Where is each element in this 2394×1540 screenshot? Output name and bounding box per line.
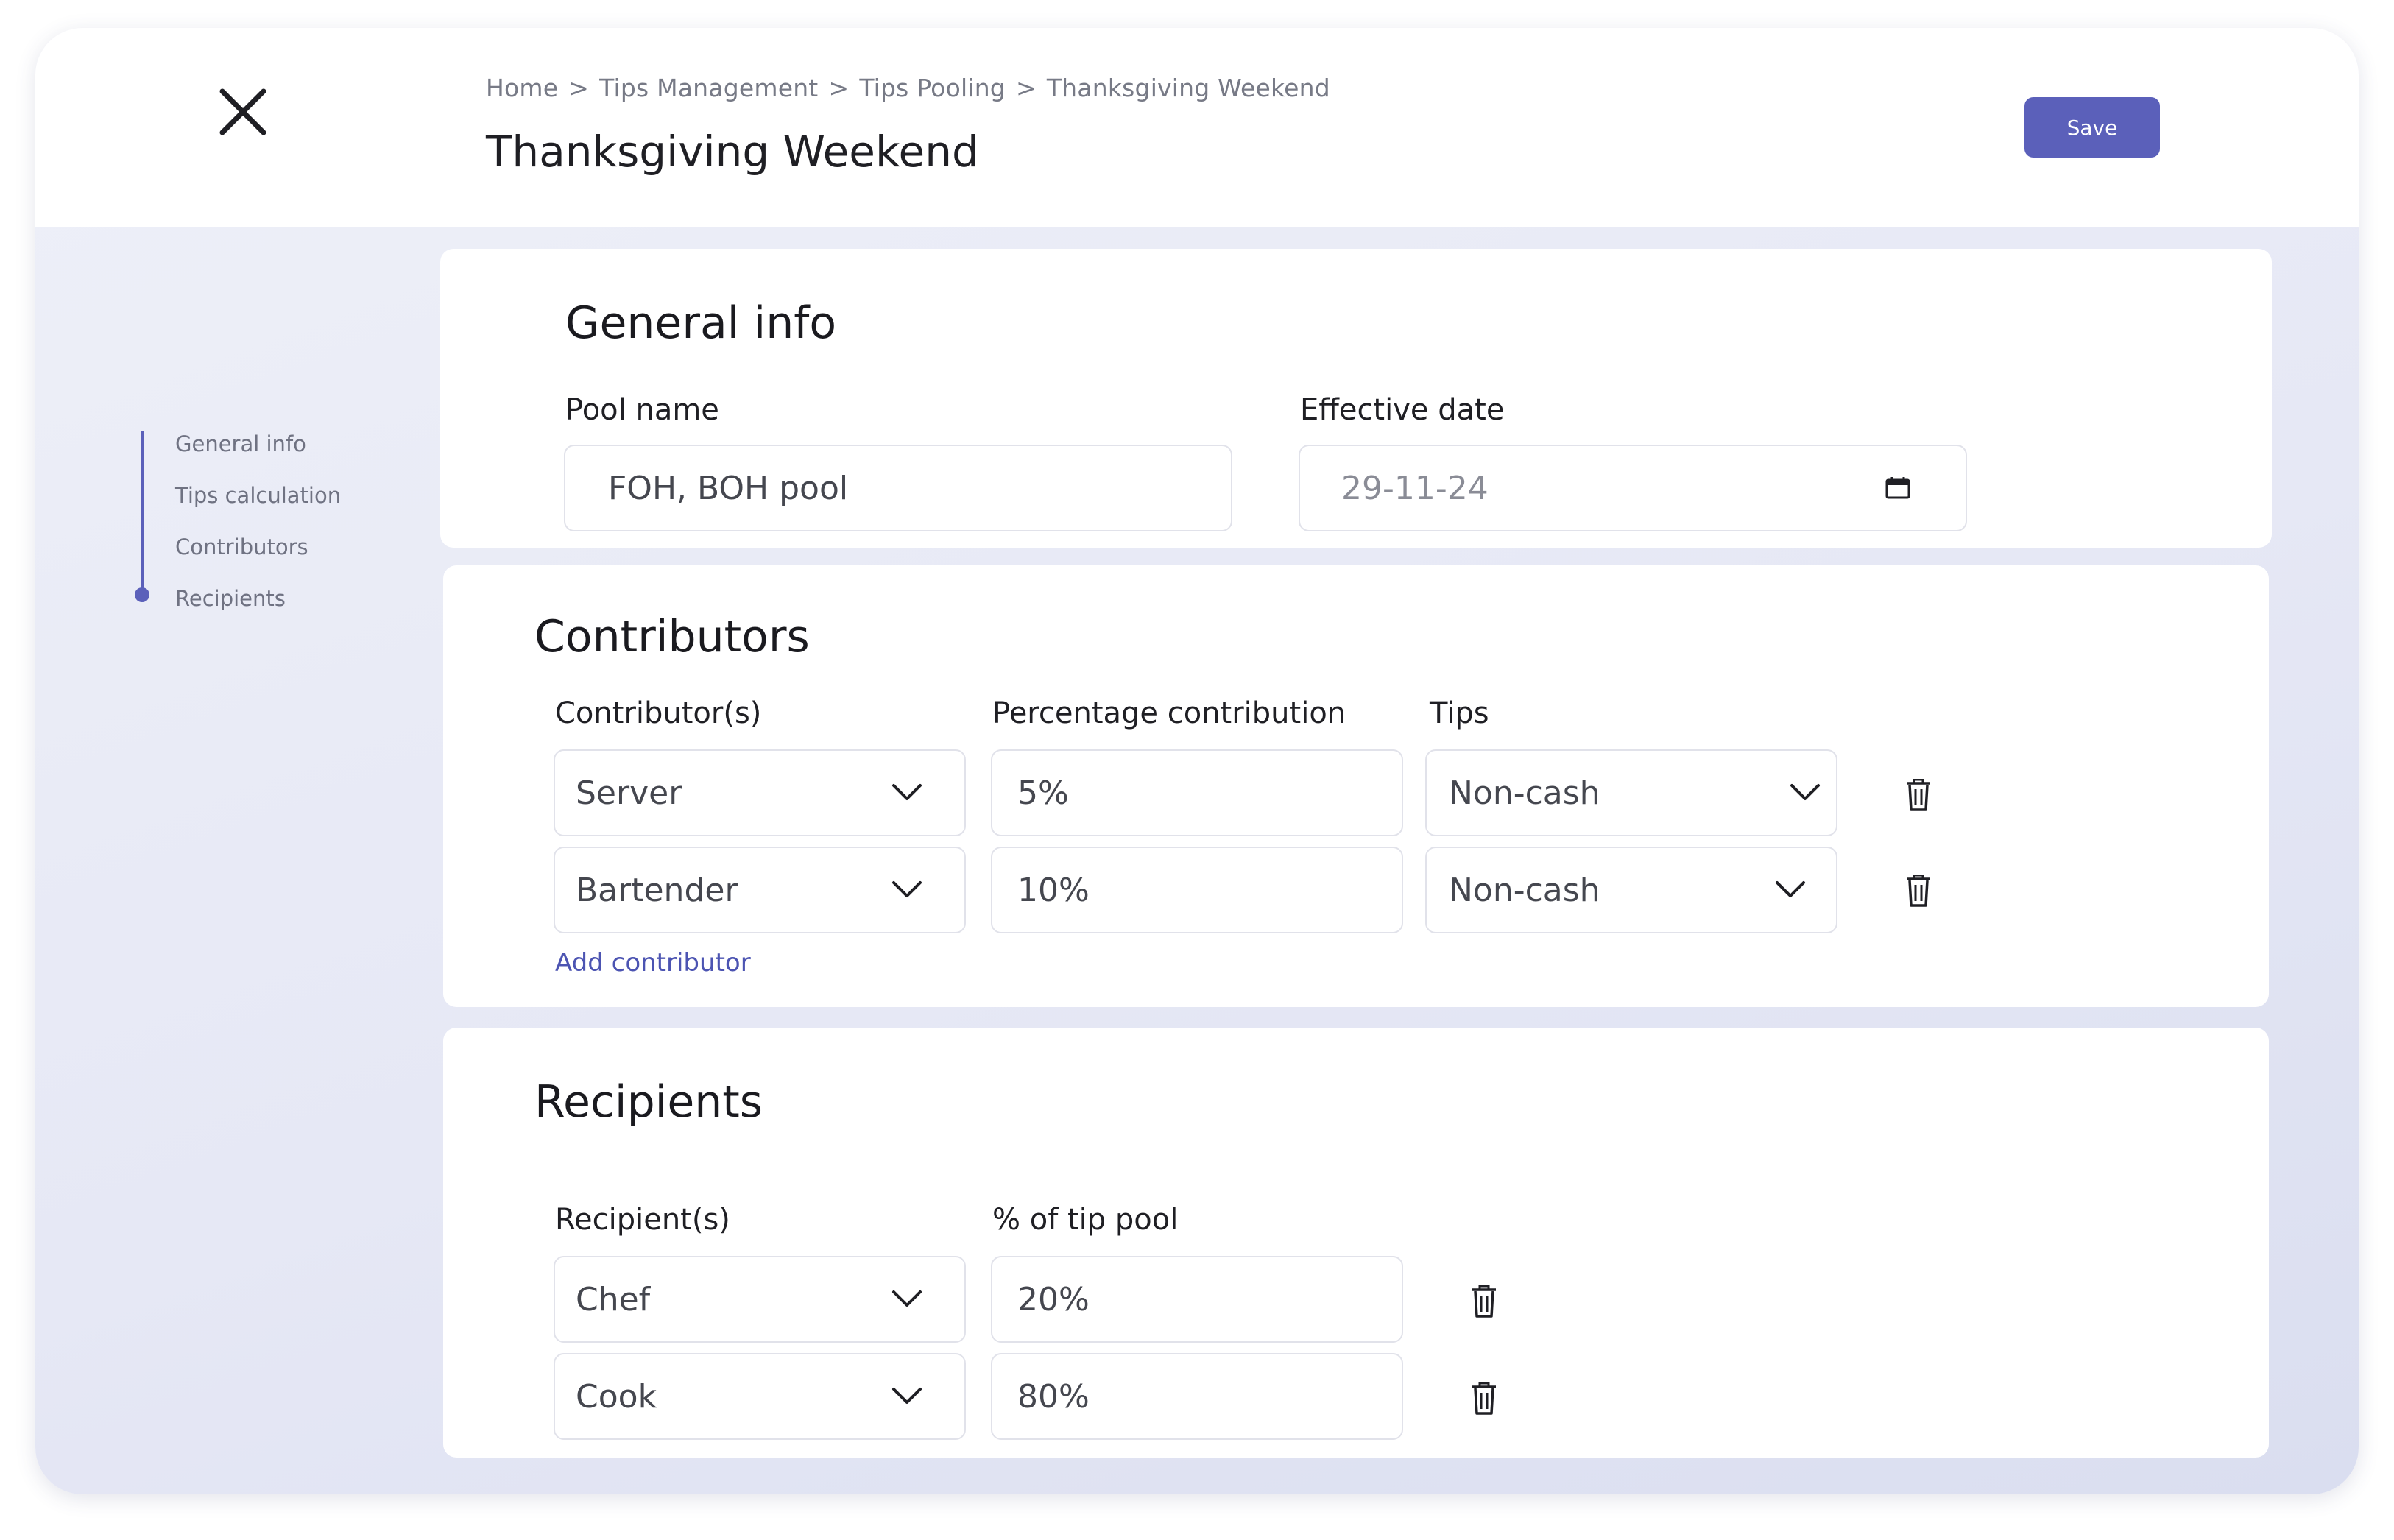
breadcrumb: Home > Tips Management > Tips Pooling > Thanks…: [486, 74, 1330, 102]
tips-type-value: Non-cash: [1449, 774, 1600, 812]
breadcrumb-tips-management[interactable]: Tips Management: [599, 74, 818, 102]
stepper-item-recipients[interactable]: Recipients: [175, 586, 286, 611]
stepper-item-general-info[interactable]: General info: [175, 431, 306, 456]
chevron-down-icon: [892, 881, 922, 897]
breadcrumb-separator: >: [568, 74, 590, 102]
contributor-select[interactable]: Server: [554, 749, 966, 836]
percentage-value: 10%: [1017, 871, 1090, 909]
breadcrumb-separator: >: [828, 74, 850, 102]
stepper-item-tips-calculation[interactable]: Tips calculation: [175, 483, 341, 508]
stepper-item-contributors[interactable]: Contributors: [175, 534, 308, 559]
tips-type-select[interactable]: Non-cash: [1425, 847, 1837, 933]
top-bar: Home > Tips Management > Tips Pooling > Thanks…: [35, 28, 2359, 227]
general-info-heading: General info: [565, 297, 837, 349]
contributors-card: Contributors Contributor(s) Percentage c…: [443, 565, 2269, 1007]
percentage-column-header: Percentage contribution: [992, 696, 1346, 730]
contributors-heading: Contributors: [534, 611, 810, 663]
stepper-line: [141, 431, 144, 593]
breadcrumb-tips-pooling[interactable]: Tips Pooling: [859, 74, 1006, 102]
contributor-select-value: Server: [576, 774, 682, 812]
recipient-select-value: Chef: [576, 1280, 651, 1318]
breadcrumb-home[interactable]: Home: [486, 74, 558, 102]
chevron-down-icon: [892, 1290, 922, 1307]
general-info-card: General info Pool name FOH, BOH pool Eff…: [440, 249, 2272, 548]
percentage-input[interactable]: 10%: [991, 847, 1403, 933]
app-window: Home > Tips Management > Tips Pooling > Thanks…: [35, 28, 2359, 1494]
chevron-down-icon: [1776, 881, 1805, 897]
effective-date-value: 29-11-24: [1341, 469, 1489, 507]
chevron-down-icon: [892, 1388, 922, 1404]
recipient-select[interactable]: Cook: [554, 1353, 966, 1440]
save-button[interactable]: Save: [2024, 97, 2160, 158]
delete-icon[interactable]: [1905, 875, 1932, 907]
tips-type-value: Non-cash: [1449, 871, 1600, 909]
recipients-heading: Recipients: [534, 1076, 763, 1128]
tips-type-select[interactable]: Non-cash: [1425, 749, 1837, 836]
close-icon: [219, 88, 266, 135]
share-column-header: % of tip pool: [992, 1203, 1179, 1237]
delete-icon[interactable]: [1471, 1285, 1497, 1318]
breadcrumb-separator: >: [1015, 74, 1037, 102]
recipient-select-value: Cook: [576, 1377, 657, 1416]
pool-name-input[interactable]: FOH, BOH pool: [564, 445, 1232, 531]
share-input[interactable]: 20%: [991, 1256, 1403, 1343]
share-value: 20%: [1017, 1280, 1090, 1318]
effective-date-label: Effective date: [1300, 393, 1505, 427]
recipient-column-header: Recipient(s): [555, 1203, 730, 1237]
percentage-input[interactable]: 5%: [991, 749, 1403, 836]
recipients-card: Recipients Recipient(s) % of tip pool Ch…: [443, 1028, 2269, 1458]
pool-name-value: FOH, BOH pool: [608, 469, 849, 507]
percentage-value: 5%: [1017, 774, 1069, 812]
contributor-select-value: Bartender: [576, 871, 738, 909]
tips-column-header: Tips: [1430, 696, 1489, 730]
contributor-column-header: Contributor(s): [555, 696, 762, 730]
breadcrumb-current: Thanksgiving Weekend: [1046, 74, 1330, 102]
close-button[interactable]: [212, 81, 274, 143]
contributor-select[interactable]: Bartender: [554, 847, 966, 933]
calendar-icon[interactable]: [1885, 476, 1911, 500]
page-title: Thanksgiving Weekend: [486, 127, 979, 177]
add-contributor-link[interactable]: Add contributor: [555, 948, 751, 978]
share-input[interactable]: 80%: [991, 1353, 1403, 1440]
delete-icon[interactable]: [1905, 779, 1932, 811]
pool-name-label: Pool name: [565, 393, 719, 427]
share-value: 80%: [1017, 1377, 1090, 1416]
chevron-down-icon: [892, 784, 922, 800]
delete-icon[interactable]: [1471, 1382, 1497, 1415]
recipient-select[interactable]: Chef: [554, 1256, 966, 1343]
stepper-active-dot: [135, 587, 149, 602]
effective-date-input[interactable]: 29-11-24: [1299, 445, 1967, 531]
chevron-down-icon: [1790, 784, 1820, 800]
